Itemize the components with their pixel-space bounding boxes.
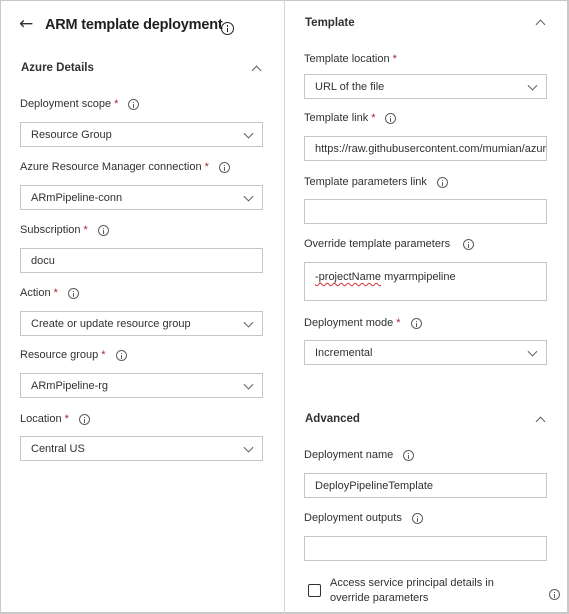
- deployment-name-input[interactable]: DeployPipelineTemplate: [304, 473, 547, 498]
- section-title-advanced: Advanced: [305, 413, 360, 425]
- deployment-mode-label: Deployment mode *: [304, 317, 422, 329]
- info-icon[interactable]: [115, 349, 127, 361]
- dropdown-value: URL of the file: [315, 80, 385, 93]
- label-text: Action: [20, 287, 51, 299]
- label-text: Deployment mode: [304, 317, 394, 329]
- dropdown-value: Resource Group: [31, 128, 112, 141]
- info-icon[interactable]: [463, 238, 475, 250]
- chevron-down-icon: [527, 80, 538, 91]
- info-icon[interactable]: [221, 22, 234, 35]
- deployment-scope-label: Deployment scope *: [20, 98, 140, 110]
- spellcheck-flagged-text: -projectName: [315, 271, 382, 283]
- template-parameters-link-input[interactable]: [304, 199, 547, 224]
- chevron-down-icon: [243, 442, 254, 453]
- label-text: Deployment name: [304, 449, 394, 461]
- panel-divider: [284, 0, 285, 614]
- info-icon[interactable]: [385, 112, 397, 124]
- page-title: ARM template deployment: [45, 17, 223, 33]
- dropdown-value: Incremental: [315, 346, 373, 359]
- label-text: Azure Resource Manager connection: [20, 161, 202, 173]
- template-link-input[interactable]: https://raw.githubusercontent.com/mumian…: [304, 136, 547, 161]
- textarea-value: myarmpipeline: [381, 271, 456, 283]
- info-icon[interactable]: [436, 176, 448, 188]
- label-text: Subscription: [20, 224, 81, 236]
- required-marker: *: [64, 413, 69, 425]
- section-title-template: Template: [305, 17, 355, 29]
- info-icon[interactable]: [97, 224, 109, 236]
- info-icon[interactable]: [410, 317, 422, 329]
- access-service-principal-checkbox[interactable]: [308, 584, 321, 597]
- template-link-label: Template link *: [304, 112, 397, 124]
- input-value: DeployPipelineTemplate: [315, 479, 434, 492]
- override-parameters-label: Override template parameters: [304, 238, 475, 250]
- required-marker: *: [204, 161, 209, 173]
- chevron-down-icon: [527, 346, 538, 357]
- info-icon[interactable]: [67, 287, 79, 299]
- required-marker: *: [396, 317, 401, 329]
- section-title-azure-details: Azure Details: [21, 62, 94, 74]
- resource-group-label: Resource group *: [20, 349, 127, 361]
- resource-group-dropdown[interactable]: ARmPipeline-rg: [20, 373, 263, 398]
- template-location-label: Template location *: [304, 53, 397, 65]
- deployment-scope-dropdown[interactable]: Resource Group: [20, 122, 263, 147]
- location-label: Location *: [20, 413, 90, 425]
- dropdown-value: ARmPipeline-rg: [31, 379, 109, 392]
- dropdown-value: Central US: [31, 442, 85, 455]
- label-text: Template parameters link: [304, 176, 427, 188]
- deployment-outputs-input[interactable]: [304, 536, 547, 561]
- access-service-principal-label[interactable]: Access service principal details in over…: [330, 576, 520, 606]
- override-parameters-textarea[interactable]: -projectName myarmpipeline: [304, 262, 547, 301]
- label-text: Template location: [304, 53, 390, 65]
- label-text: Resource group: [20, 349, 99, 361]
- deployment-outputs-label: Deployment outputs: [304, 512, 423, 524]
- arrow-left-icon[interactable]: ←: [19, 16, 33, 33]
- required-marker: *: [114, 98, 119, 110]
- label-text: Deployment outputs: [304, 512, 402, 524]
- label-text: Override template parameters: [304, 238, 451, 250]
- info-icon[interactable]: [411, 512, 423, 524]
- template-location-dropdown[interactable]: URL of the file: [304, 74, 547, 99]
- required-marker: *: [53, 287, 58, 299]
- template-parameters-link-label: Template parameters link: [304, 176, 448, 188]
- label-text: Template link: [304, 112, 369, 124]
- chevron-down-icon: [243, 317, 254, 328]
- subscription-label: Subscription *: [20, 224, 109, 236]
- required-marker: *: [371, 112, 376, 124]
- info-icon[interactable]: [78, 413, 90, 425]
- chevron-down-icon: [243, 379, 254, 390]
- label-text: Location: [20, 413, 62, 425]
- chevron-down-icon: [243, 128, 254, 139]
- required-marker: *: [392, 53, 397, 65]
- action-dropdown[interactable]: Create or update resource group: [20, 311, 263, 336]
- info-icon[interactable]: [403, 449, 415, 461]
- location-dropdown[interactable]: Central US: [20, 436, 263, 461]
- info-icon[interactable]: [128, 98, 140, 110]
- action-label: Action *: [20, 287, 79, 299]
- label-text: Deployment scope: [20, 98, 112, 110]
- subscription-input[interactable]: docu: [20, 248, 263, 273]
- dropdown-value: Create or update resource group: [31, 317, 191, 330]
- input-value: docu: [31, 254, 55, 267]
- input-value: https://raw.githubusercontent.com/mumian…: [315, 142, 547, 155]
- deployment-name-label: Deployment name: [304, 449, 415, 461]
- dropdown-value: ARmPipeline-conn: [31, 191, 123, 204]
- chevron-down-icon: [243, 191, 254, 202]
- arm-connection-label: Azure Resource Manager connection *: [20, 161, 230, 173]
- arm-connection-dropdown[interactable]: ARmPipeline-conn: [20, 185, 263, 210]
- required-marker: *: [83, 224, 88, 236]
- deployment-mode-dropdown[interactable]: Incremental: [304, 340, 547, 365]
- info-icon[interactable]: [218, 161, 230, 173]
- required-marker: *: [101, 349, 106, 361]
